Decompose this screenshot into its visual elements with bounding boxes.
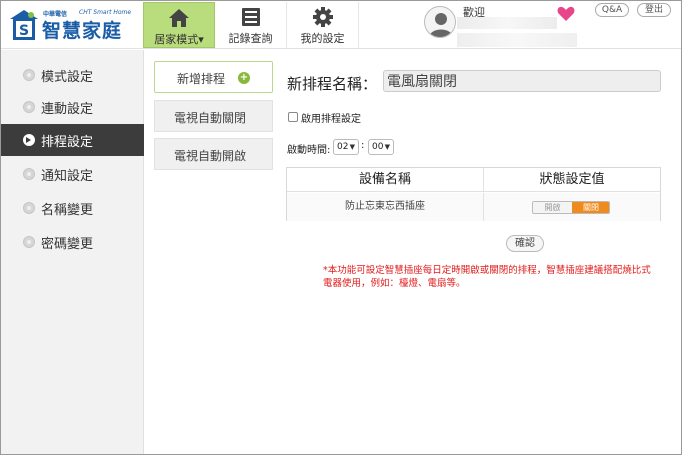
redacted-user-info	[457, 33, 577, 47]
sidebar: 模式設定 連動設定 排程設定 通知設定 名稱變更 密碼變更	[1, 50, 144, 454]
heart-icon[interactable]	[557, 6, 575, 22]
svg-text:S: S	[19, 23, 29, 39]
minute-select[interactable]: 00 ▼	[368, 139, 394, 155]
add-schedule-label: 新增排程	[177, 72, 226, 86]
enable-schedule-checkbox[interactable]	[288, 112, 298, 122]
toggle-option-close[interactable]: 關閉	[572, 202, 609, 213]
bullet-icon	[23, 202, 35, 214]
schedule-item-label: 電視自動開啟	[174, 149, 247, 163]
confirm-button[interactable]: 確認	[506, 235, 544, 252]
logo[interactable]: S 中華電信 CHT Smart Home 智慧家庭	[9, 7, 139, 43]
hour-value: 02	[337, 142, 349, 152]
nav-my-settings-label: 我的設定	[300, 32, 345, 45]
logout-button[interactable]: 登出	[637, 3, 671, 17]
on-off-toggle[interactable]: 開啟 關閉	[532, 201, 610, 214]
nav-my-settings[interactable]: 我的設定	[287, 2, 359, 48]
schedule-item[interactable]: 電視自動開啟	[154, 138, 273, 170]
sidebar-item-notification-settings[interactable]: 通知設定	[1, 158, 144, 190]
bullet-icon	[23, 101, 35, 113]
hour-select[interactable]: 02 ▼	[333, 139, 359, 155]
table-header: 設備名稱 狀態設定值	[287, 168, 660, 192]
nav-records[interactable]: 記錄查詢	[215, 2, 287, 48]
top-navigation: 居家模式▾ 記錄查詢 我的設定	[143, 2, 359, 48]
bullet-icon	[23, 168, 35, 180]
column-header-state: 狀態設定值	[539, 172, 605, 187]
arrow-bullet-icon	[23, 134, 35, 146]
avatar[interactable]	[424, 6, 456, 38]
bullet-icon	[23, 69, 35, 81]
sidebar-item-password-change[interactable]: 密碼變更	[1, 226, 144, 258]
table-row: 防止忘東忘西插座 開啟 關閉	[287, 193, 660, 221]
sidebar-item-mode-settings[interactable]: 模式設定	[1, 59, 144, 91]
nav-home-mode[interactable]: 居家模式▾	[143, 2, 215, 48]
sidebar-item-schedule-settings[interactable]: 排程設定	[1, 124, 144, 156]
toggle-option-open[interactable]: 開啟	[533, 202, 572, 213]
list-icon	[241, 8, 260, 26]
user-avatar-icon	[429, 13, 453, 37]
sidebar-item-label: 密碼變更	[41, 237, 94, 252]
schedule-item[interactable]: 電視自動關閉	[154, 100, 273, 132]
schedule-note: *本功能可設定智慧插座每日定時開啟或關閉的排程，智慧插座建議搭配燒比式電器使用，…	[323, 265, 651, 289]
plus-icon: +	[238, 72, 250, 84]
qa-button[interactable]: Q&A	[595, 3, 629, 17]
column-header-device: 設備名稱	[287, 168, 484, 192]
smart-home-logo-icon: S	[10, 10, 38, 40]
logo-title: 智慧家庭	[42, 20, 123, 42]
add-schedule-button[interactable]: 新增排程 +	[154, 61, 273, 93]
chevron-down-icon: ▼	[349, 143, 355, 151]
schedule-item-label: 電視自動關閉	[174, 111, 247, 125]
bullet-icon	[23, 236, 35, 248]
sidebar-item-label: 模式設定	[41, 70, 94, 85]
header: S 中華電信 CHT Smart Home 智慧家庭 居家模式▾ 記錄查詢 我的…	[1, 1, 681, 49]
enable-schedule-label: 啟用排程設定	[301, 114, 361, 125]
app-frame: S 中華電信 CHT Smart Home 智慧家庭 居家模式▾ 記錄查詢 我的…	[0, 0, 682, 455]
schedule-name-input[interactable]	[383, 70, 661, 92]
sidebar-item-label: 連動設定	[41, 102, 94, 117]
sidebar-item-label: 名稱變更	[41, 203, 94, 218]
sidebar-item-label: 排程設定	[41, 135, 94, 150]
gear-icon	[312, 7, 333, 27]
sidebar-item-label: 通知設定	[41, 169, 94, 184]
start-time-label: 啟動時間:	[287, 145, 331, 156]
home-icon	[169, 9, 189, 27]
time-separator: :	[361, 140, 365, 151]
logo-english-text: CHT Smart Home	[79, 9, 132, 16]
nav-home-mode-label: 居家模式▾	[154, 33, 204, 46]
user-area: 歡迎	[421, 3, 577, 47]
nav-records-label: 記錄查詢	[228, 32, 273, 45]
device-name-cell: 防止忘東忘西插座	[287, 193, 484, 221]
device-table: 設備名稱 狀態設定值 防止忘東忘西插座 開啟 關閉	[286, 167, 661, 221]
sidebar-item-linkage-settings[interactable]: 連動設定	[1, 91, 144, 123]
sidebar-item-rename[interactable]: 名稱變更	[1, 192, 144, 224]
redacted-username	[457, 17, 557, 29]
minute-value: 00	[372, 142, 384, 152]
chevron-down-icon: ▼	[384, 143, 390, 151]
schedule-name-label: 新排程名稱：	[287, 75, 378, 93]
